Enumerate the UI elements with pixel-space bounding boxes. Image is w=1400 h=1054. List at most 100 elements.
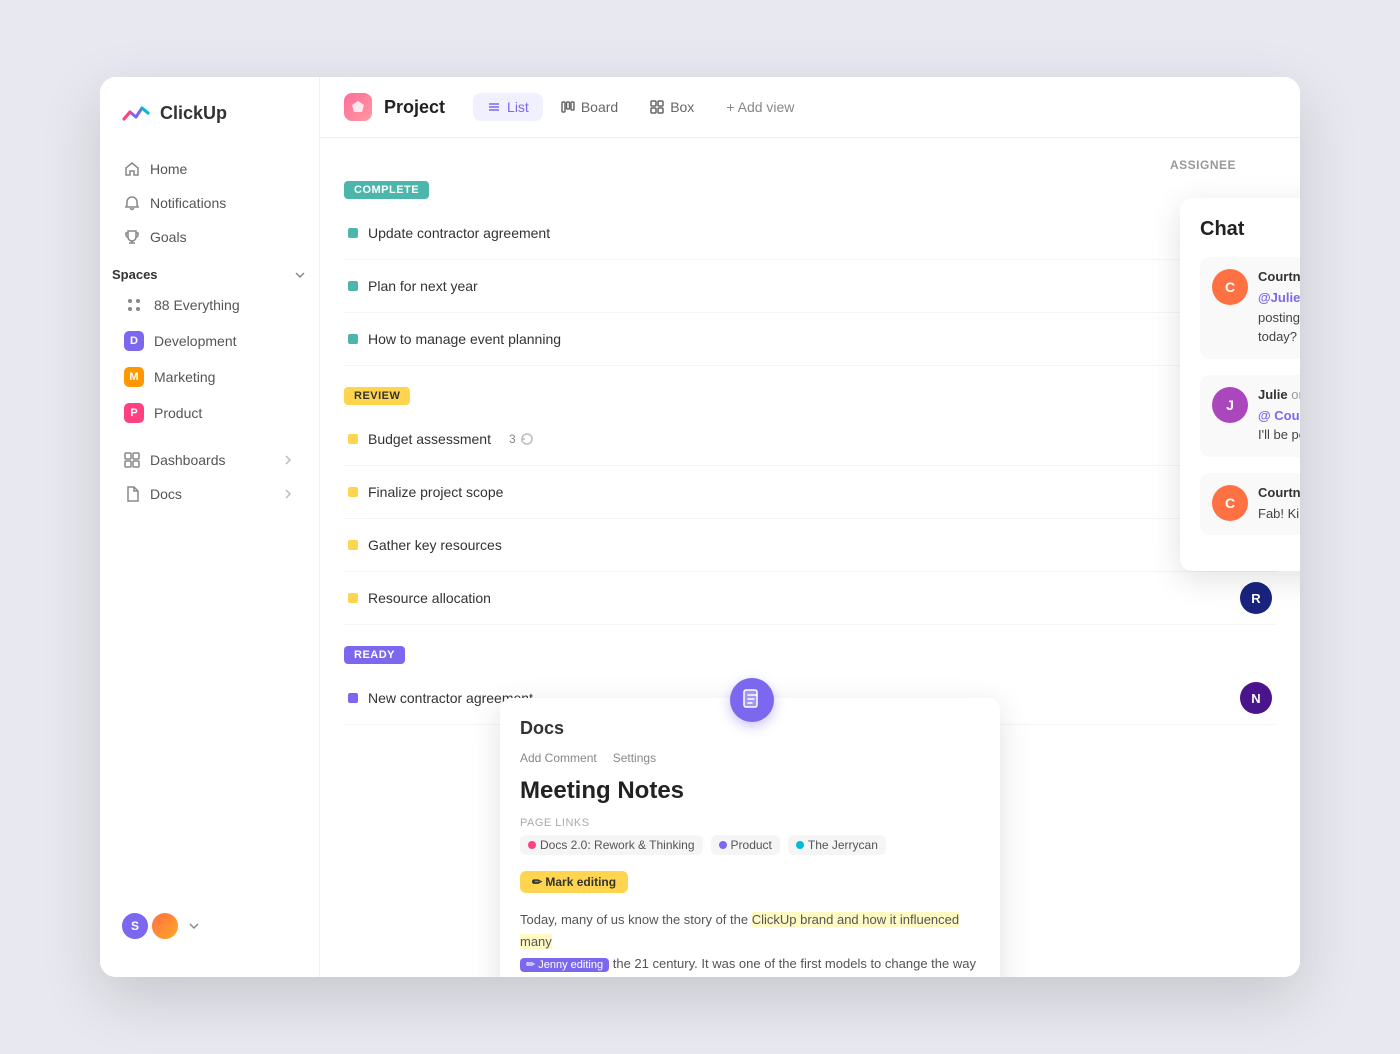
sidebar-item-label: Docs: [150, 486, 182, 502]
table-row[interactable]: Resource allocation R: [344, 572, 1276, 625]
table-row[interactable]: Finalize project scope F: [344, 466, 1276, 519]
chat-message-content: Courtney on Nov 5 2020 at 3:15 pm Fab! K…: [1258, 485, 1300, 524]
sidebar-item-dashboards[interactable]: Dashboards: [112, 444, 307, 476]
table-row[interactable]: How to manage event planning E: [344, 313, 1276, 366]
section-complete: COMPLETE Update contractor agreement C P…: [344, 180, 1276, 366]
main-header: Project List Board: [320, 77, 1300, 138]
task-name: Update contractor agreement: [368, 225, 550, 241]
page-link-label: The Jerrycan: [808, 838, 878, 852]
chevron-down-icon: [188, 920, 200, 932]
list-item[interactable]: Docs 2.0: Rework & Thinking: [520, 835, 703, 855]
assignee-column-header: ASSIGNEE: [344, 158, 1276, 172]
dashboards-icon: [124, 452, 140, 468]
chat-message-header: Julie on Nov 5 2020 at 2:50 pm: [1258, 387, 1300, 402]
mark-editing-button[interactable]: ✏ Mark editing: [520, 871, 628, 893]
task-badge: 3: [509, 432, 534, 446]
chat-message-header: Courtney on Nov 5 2020 at 1:50 pm: [1258, 269, 1300, 284]
sidebar: ClickUp Home Notifications: [100, 77, 320, 977]
sidebar-bottom: Dashboards Docs: [100, 440, 319, 516]
task-name: Plan for next year: [368, 278, 478, 294]
page-link-label: Product: [731, 838, 772, 852]
list-item[interactable]: The Jerrycan: [788, 835, 886, 855]
home-icon: [124, 161, 140, 177]
space-label: Product: [154, 405, 202, 421]
page-links-label: PAGE LINKS: [520, 817, 980, 829]
chat-message-header: Courtney on Nov 5 2020 at 3:15 pm: [1258, 485, 1300, 500]
project-icon: [344, 93, 372, 121]
chat-message: C Courtney on Nov 5 2020 at 3:15 pm Fab!…: [1200, 473, 1300, 536]
tab-box[interactable]: Box: [636, 93, 708, 121]
mark-editing-label: ✏ Mark editing: [532, 875, 616, 889]
development-icon: D: [124, 331, 144, 351]
sidebar-item-goals[interactable]: Goals: [112, 221, 307, 253]
chat-message-text: @ Courtney Yep! @Marci jumped in to help…: [1258, 406, 1300, 445]
add-view-button[interactable]: + Add view: [712, 93, 808, 121]
sidebar-item-label: Dashboards: [150, 452, 226, 468]
sidebar-item-everything[interactable]: 88 Everything: [112, 288, 307, 322]
highlight-text: ClickUp brand and how it influenced many: [520, 912, 959, 949]
mention: @ Courtney: [1258, 408, 1300, 423]
page-link-label: Docs 2.0: Rework & Thinking: [540, 838, 695, 852]
table-row[interactable]: Budget assessment 3 B: [344, 413, 1276, 466]
sidebar-item-development[interactable]: D Development: [112, 324, 307, 358]
task-name: How to manage event planning: [368, 331, 561, 347]
product-icon: P: [124, 403, 144, 423]
trophy-icon: [124, 229, 140, 245]
add-view-label: + Add view: [726, 99, 794, 115]
table-row[interactable]: Update contractor agreement C: [344, 207, 1276, 260]
settings-link[interactable]: Settings: [613, 751, 656, 765]
clickup-logo-icon: [120, 97, 152, 129]
spaces-section[interactable]: Spaces: [100, 255, 319, 288]
marketing-icon: M: [124, 367, 144, 387]
chat-message-text: @Julie Hey! Just checking if you're stil…: [1258, 288, 1300, 347]
tab-board[interactable]: Board: [547, 93, 632, 121]
chat-panel: # Chat C Courtney on Nov 5 2020 at 1:50 …: [1180, 198, 1300, 571]
add-comment-link[interactable]: Add Comment: [520, 751, 597, 765]
task-area: ASSIGNEE COMPLETE Update contractor agre…: [320, 138, 1300, 977]
space-label: Development: [154, 333, 237, 349]
sidebar-nav: Home Notifications Goals: [100, 153, 319, 255]
spaces-list: 88 Everything D Development M Marketing …: [100, 288, 319, 432]
tab-list[interactable]: List: [473, 93, 543, 121]
task-name: Budget assessment: [368, 431, 491, 447]
sidebar-footer[interactable]: S: [100, 895, 319, 957]
section-review: REVIEW Budget assessment 3 B: [344, 386, 1276, 625]
task-name: Resource allocation: [368, 590, 491, 606]
task-status-dot: [348, 540, 358, 550]
table-row[interactable]: Plan for next year A: [344, 260, 1276, 313]
sidebar-item-marketing[interactable]: M Marketing: [112, 360, 307, 394]
sidebar-item-home[interactable]: Home: [112, 153, 307, 185]
sidebar-item-label: Goals: [150, 229, 187, 245]
task-assignee-avatar: R: [1240, 582, 1272, 614]
main-content: Project List Board: [320, 77, 1300, 977]
chat-title: Chat: [1200, 218, 1300, 241]
task-status-dot: [348, 228, 358, 238]
sidebar-item-product[interactable]: P Product: [112, 396, 307, 430]
project-title: Project: [384, 97, 445, 118]
table-row[interactable]: Gather key resources G: [344, 519, 1276, 572]
docs-body-text: Today, many of us know the story of the …: [520, 909, 980, 977]
task-status-dot: [348, 593, 358, 603]
section-label-ready: READY: [344, 646, 405, 664]
space-label: Marketing: [154, 369, 215, 385]
chat-sender-name: Julie: [1258, 387, 1288, 402]
sidebar-item-docs[interactable]: Docs: [112, 478, 307, 510]
chat-sender-name: Courtney: [1258, 269, 1300, 284]
sidebar-item-notifications[interactable]: Notifications: [112, 187, 307, 219]
app-name: ClickUp: [160, 103, 227, 124]
list-item[interactable]: Product: [711, 835, 780, 855]
list-icon: [487, 100, 501, 114]
docs-page-title: Meeting Notes: [520, 777, 980, 805]
task-status-dot: [348, 334, 358, 344]
tab-label: Board: [581, 99, 618, 115]
task-name: Finalize project scope: [368, 484, 503, 500]
tab-label: Box: [670, 99, 694, 115]
jenny-editing-badge: ✏ Jenny editing: [520, 958, 609, 972]
task-status-dot: [348, 281, 358, 291]
docs-meta: Add Comment Settings: [520, 751, 980, 765]
link-dot: [528, 841, 536, 849]
chat-message-content: Julie on Nov 5 2020 at 2:50 pm @ Courtne…: [1258, 387, 1300, 445]
logo[interactable]: ClickUp: [100, 97, 319, 153]
sidebar-item-label: Home: [150, 161, 187, 177]
task-status-dot: [348, 487, 358, 497]
